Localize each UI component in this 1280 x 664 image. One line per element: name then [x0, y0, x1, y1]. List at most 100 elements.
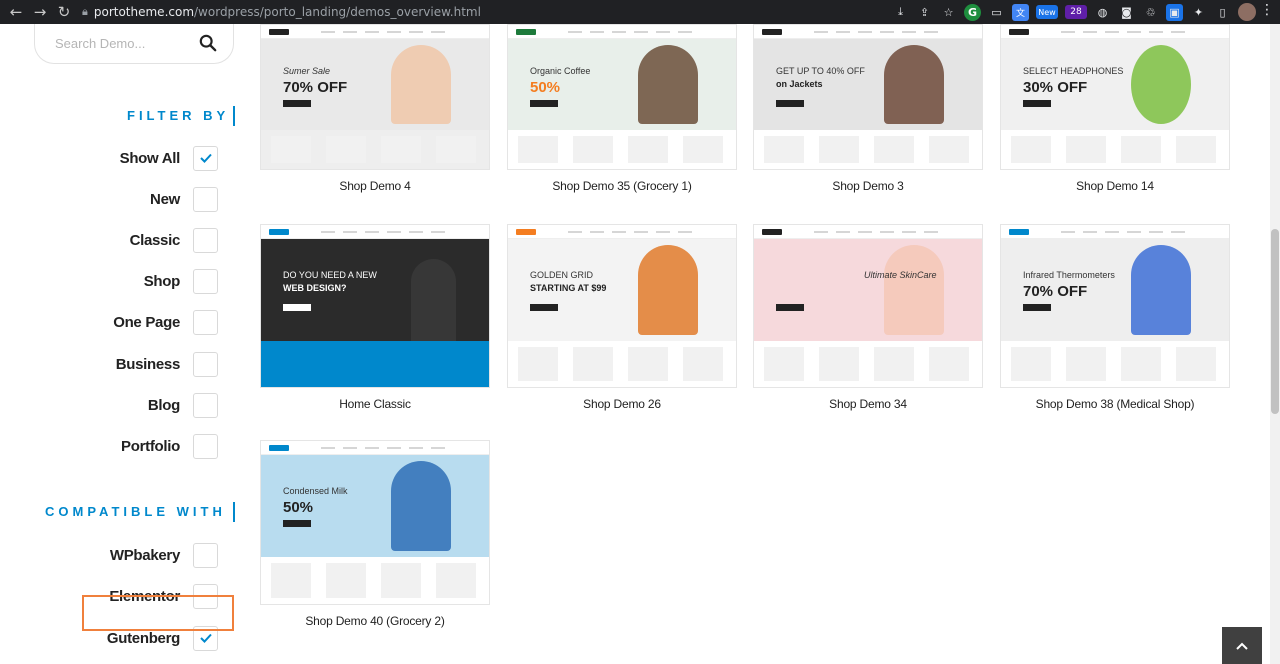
demo-thumbnail[interactable]: Infrared Thermometers 70% OFF	[1000, 224, 1230, 388]
filter-show-all[interactable]: Show All	[0, 144, 230, 172]
hero-shop-now-button	[1023, 100, 1051, 107]
checkbox[interactable]	[193, 310, 218, 336]
thumb-nav-line	[431, 231, 445, 233]
search-icon[interactable]	[199, 34, 217, 52]
hero-headline: GET UP TO 40% OFF	[776, 66, 865, 76]
thumb-nav-line	[858, 231, 872, 233]
porto-logo	[269, 229, 289, 235]
filter-label: Business	[115, 355, 181, 373]
forward-arrow-icon[interactable]: →	[28, 0, 52, 24]
thumb-nav-line	[924, 31, 938, 33]
demo-thumbnail[interactable]: Condensed Milk 50%	[260, 440, 490, 605]
extension-count-badge[interactable]: 28	[1065, 5, 1087, 19]
demo-title[interactable]: Shop Demo 3	[753, 179, 983, 193]
profile-avatar[interactable]	[1238, 3, 1256, 21]
demo-title[interactable]: Shop Demo 34	[753, 397, 983, 411]
demo-title[interactable]: Shop Demo 38 (Medical Shop)	[1000, 397, 1230, 411]
thumb-nav-line	[612, 231, 626, 233]
url-host: portotheme.com	[93, 5, 195, 19]
download-icon[interactable]: ⤓	[892, 4, 909, 21]
filter-business[interactable]: Business	[0, 350, 230, 378]
thumb-nav-line	[409, 31, 423, 33]
demo-title[interactable]: Shop Demo 14	[1000, 179, 1230, 193]
checkbox[interactable]	[193, 186, 218, 212]
thumb-nav-line	[678, 231, 692, 233]
thumb-nav-line	[880, 31, 894, 33]
thumb-nav-line	[1061, 31, 1075, 33]
checkbox[interactable]	[193, 269, 218, 295]
window-icon[interactable]: ▣	[1166, 3, 1183, 21]
thumb-product-tile	[929, 136, 969, 163]
filter-label: Blog	[147, 396, 180, 414]
thumb-product-tile	[819, 136, 859, 163]
screen-icon[interactable]: ▭	[988, 4, 1005, 21]
translate-icon[interactable]: 文	[1012, 3, 1029, 21]
back-arrow-icon[interactable]: ←	[4, 0, 28, 24]
thumb-product-tile	[518, 136, 558, 163]
share-icon[interactable]: ⇪	[916, 4, 933, 21]
demo-title[interactable]: Shop Demo 4	[260, 179, 490, 193]
recycle-icon[interactable]: ♲	[1142, 4, 1159, 21]
hero-headline: Condensed Milk	[283, 486, 348, 496]
filter-blog[interactable]: Blog	[0, 391, 230, 419]
menu-dots-icon[interactable]: ⋮	[1260, 2, 1274, 18]
extensions-row: ⤓ ⇪ ☆ G ▭ 文 New 28 ◍ ◙ ♲ ▣ ✦ ▯	[892, 2, 1256, 22]
page-scrollbar[interactable]	[1270, 24, 1280, 664]
hero-shop-now-button	[776, 304, 804, 311]
puzzle-icon[interactable]: ✦	[1190, 4, 1207, 21]
filter-one-page[interactable]: One Page	[0, 309, 230, 337]
thumb-hero: Infrared Thermometers 70% OFF	[1001, 239, 1229, 341]
globe-icon[interactable]: ◍	[1094, 4, 1111, 21]
filter-shop[interactable]: Shop	[0, 268, 230, 296]
demo-title[interactable]: Shop Demo 35 (Grocery 1)	[507, 179, 737, 193]
thumb-header	[508, 25, 736, 39]
demo-title[interactable]: Home Classic	[260, 397, 490, 411]
demo-thumbnail[interactable]: Sumer Sale 70% OFF	[260, 24, 490, 170]
demo-thumbnail[interactable]: Organic Coffee 50%	[507, 24, 737, 170]
thumb-nav-line	[902, 31, 916, 33]
sidebar-toggle-icon[interactable]: ▯	[1214, 4, 1231, 21]
demo-title[interactable]: Shop Demo 26	[507, 397, 737, 411]
thumb-nav-line	[568, 31, 582, 33]
checkbox[interactable]	[193, 145, 218, 171]
camera-icon[interactable]: ◙	[1118, 4, 1135, 21]
filter-classic[interactable]: Classic	[0, 226, 230, 254]
filter-new[interactable]: New	[0, 185, 230, 213]
thumb-header	[754, 225, 982, 239]
reload-icon[interactable]: ↻	[52, 0, 76, 24]
checkbox[interactable]	[193, 392, 218, 418]
thumb-nav-line	[387, 447, 401, 449]
demo-thumbnail[interactable]: SELECT HEADPHONES 30% OFF	[1000, 24, 1230, 170]
demo-thumbnail[interactable]: Ultimate SkinCare	[753, 224, 983, 388]
back-to-top-button[interactable]	[1222, 627, 1262, 664]
demo-title[interactable]: Shop Demo 40 (Grocery 2)	[260, 614, 490, 628]
bookmark-star-icon[interactable]: ☆	[940, 4, 957, 21]
scrollbar-thumb[interactable]	[1271, 229, 1279, 414]
thumb-hero: SELECT HEADPHONES 30% OFF	[1001, 39, 1229, 130]
compatible-wpbakery[interactable]: WPbakery	[0, 541, 230, 569]
browser-toolbar: ← → ↻ 🔒︎ portotheme.com/wordpress/porto_…	[0, 0, 1280, 24]
grammarly-icon[interactable]: G	[964, 3, 981, 21]
hero-offer: 70% OFF	[1023, 283, 1088, 300]
hero-shop-now-button	[530, 100, 558, 107]
porto-logo	[762, 229, 782, 235]
filter-portfolio[interactable]: Portfolio	[0, 432, 230, 460]
porto-logo	[516, 29, 536, 35]
thumb-nav-line	[634, 231, 648, 233]
hero-shop-now-button	[283, 520, 311, 527]
checkbox[interactable]	[193, 227, 218, 253]
checkbox[interactable]	[193, 351, 218, 377]
checkbox[interactable]	[193, 542, 218, 568]
thumb-nav-line	[656, 231, 670, 233]
filter-label: Classic	[129, 231, 181, 249]
thumb-product-tile	[271, 563, 311, 598]
demo-thumbnail[interactable]: GET UP TO 40% OFF on Jackets	[753, 24, 983, 170]
hero-image	[638, 245, 698, 335]
search-input[interactable]	[55, 36, 205, 51]
checkbox[interactable]	[193, 433, 218, 459]
demo-thumbnail[interactable]: GOLDEN GRID STARTING AT $99	[507, 224, 737, 388]
demo-thumbnail[interactable]: DO YOU NEED A NEW WEB DESIGN?	[260, 224, 490, 388]
address-bar[interactable]: 🔒︎ portotheme.com/wordpress/porto_landin…	[82, 2, 481, 22]
new-extension-badge[interactable]: New	[1036, 5, 1058, 19]
thumb-nav-line	[880, 231, 894, 233]
